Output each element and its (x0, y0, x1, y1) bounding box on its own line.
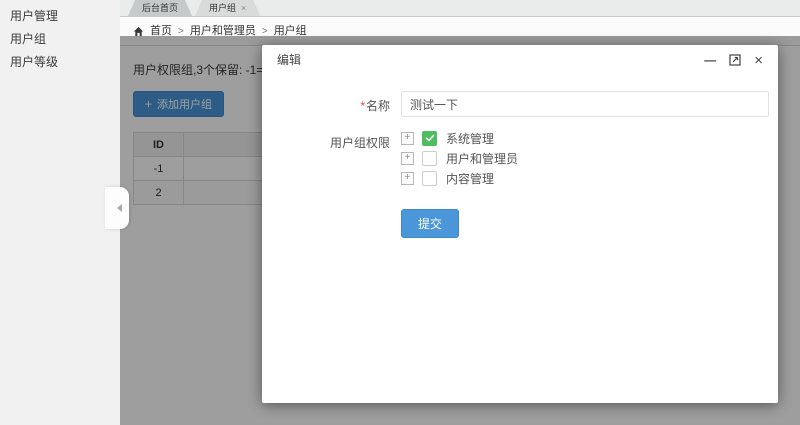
chevron-left-icon (117, 204, 122, 212)
tab-user-group-label: 用户组 (209, 3, 236, 13)
edit-dialog: 编辑 — × *名称 用户组权限 + (262, 45, 778, 403)
submit-button[interactable]: 提交 (401, 209, 459, 238)
edit-form: *名称 用户组权限 + 系统管理 + 用户和管理员 (262, 75, 778, 238)
permissions-label: 用户组权限 (262, 128, 390, 188)
name-input[interactable] (401, 91, 769, 117)
minimize-icon[interactable]: — (704, 54, 716, 66)
dialog-titlebar: 编辑 — × (262, 45, 778, 75)
check-icon (425, 133, 435, 143)
tab-bar: 后台首页 用户组 × (120, 0, 800, 17)
name-label-text: 名称 (366, 99, 390, 113)
dialog-title: 编辑 (277, 45, 301, 75)
tree-label[interactable]: 系统管理 (446, 130, 494, 147)
sidebar-item-user-level[interactable]: 用户等级 (0, 51, 120, 74)
permission-tree: + 系统管理 + 用户和管理员 + 内容管理 (401, 128, 518, 188)
tree-expand-icon[interactable]: + (401, 172, 414, 185)
tree-label[interactable]: 内容管理 (446, 170, 494, 187)
tab-dashboard[interactable]: 后台首页 (128, 0, 192, 16)
tab-user-group[interactable]: 用户组 × (195, 0, 260, 16)
tree-node-content-management: + 内容管理 (401, 168, 518, 188)
name-label: *名称 (262, 91, 390, 117)
tree-expand-icon[interactable]: + (401, 152, 414, 165)
tree-node-users-admins: + 用户和管理员 (401, 148, 518, 168)
required-mark: * (360, 99, 365, 113)
checkbox-users-admins[interactable] (422, 151, 437, 166)
checkbox-system-management[interactable] (422, 131, 437, 146)
tree-node-system: + 系统管理 (401, 128, 518, 148)
maximize-icon[interactable] (729, 54, 741, 66)
tree-label[interactable]: 用户和管理员 (446, 150, 518, 167)
sidebar-collapse-handle[interactable] (105, 187, 129, 229)
tab-close-icon[interactable]: × (241, 3, 246, 13)
sidebar-item-user-group[interactable]: 用户组 (0, 28, 120, 51)
sidebar-item-user-management[interactable]: 用户管理 (0, 5, 120, 28)
dialog-controls: — × (704, 53, 763, 68)
tab-dashboard-label: 后台首页 (142, 3, 178, 13)
checkbox-content-management[interactable] (422, 171, 437, 186)
permissions-row: 用户组权限 + 系统管理 + 用户和管理员 + 内容管理 (262, 128, 778, 188)
name-field-row: *名称 (262, 91, 778, 117)
sidebar: 用户管理 用户组 用户等级 (0, 0, 120, 425)
close-icon[interactable]: × (754, 53, 763, 68)
tree-expand-icon[interactable]: + (401, 132, 414, 145)
